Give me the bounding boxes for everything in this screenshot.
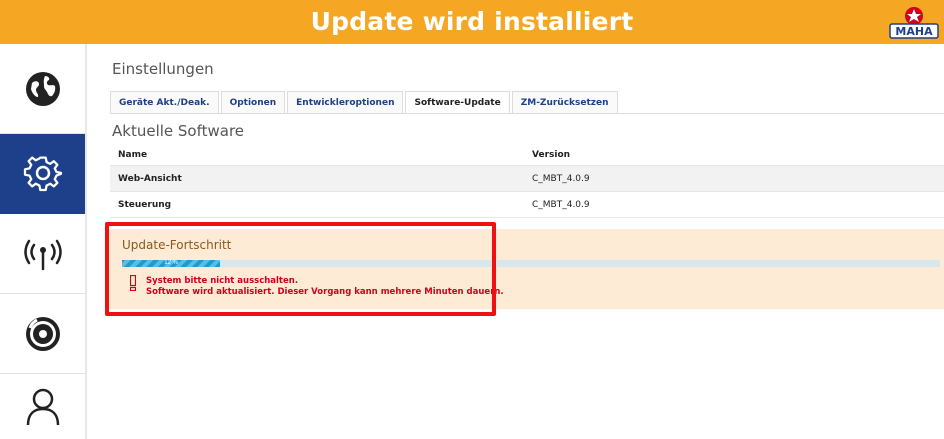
brake-disc-icon <box>25 316 60 351</box>
sidebar-item-settings[interactable] <box>0 134 85 214</box>
maha-logo: MAHA <box>889 7 939 39</box>
tab-bar: Geräte Akt./Deak. Optionen Entwickleropt… <box>110 91 620 114</box>
sidebar-item-brake[interactable] <box>0 294 85 374</box>
tab-developer-options[interactable]: Entwickleroptionen <box>287 91 404 114</box>
tab-devices[interactable]: Geräte Akt./Deak. <box>110 91 219 114</box>
table-row: Web-Ansicht C_MBT_4.0.9 <box>110 166 944 192</box>
current-software-title: Aktuelle Software <box>112 122 245 140</box>
software-version: C_MBT_4.0.9 <box>532 174 590 184</box>
sidebar <box>0 44 87 439</box>
table-row: Steuerung C_MBT_4.0.9 <box>110 192 944 218</box>
software-name: Steuerung <box>118 200 172 210</box>
user-icon <box>26 388 59 425</box>
software-table: Name Version Web-Ansicht C_MBT_4.0.9 Ste… <box>110 144 944 218</box>
highlight-frame <box>105 222 496 316</box>
gear-icon <box>23 156 62 192</box>
sidebar-item-connectivity[interactable] <box>0 214 85 294</box>
tab-zm-reset[interactable]: ZM-Zurücksetzen <box>511 91 618 114</box>
software-name: Web-Ansicht <box>118 174 182 184</box>
tab-options[interactable]: Optionen <box>220 91 286 114</box>
antenna-icon <box>23 239 62 270</box>
tab-software-update[interactable]: Software-Update <box>405 91 510 114</box>
tab-divider <box>110 113 944 114</box>
software-version: C_MBT_4.0.9 <box>532 200 590 210</box>
page-title: Update wird installiert <box>310 7 634 36</box>
globe-icon <box>25 71 60 106</box>
column-version-header: Version <box>532 150 571 160</box>
table-header: Name Version <box>110 144 944 166</box>
logo-text: MAHA <box>895 25 933 38</box>
title-bar: Update wird installiert MAHA <box>0 0 944 44</box>
sidebar-item-user[interactable] <box>0 374 85 439</box>
column-name-header: Name <box>118 150 148 160</box>
sidebar-item-network[interactable] <box>0 44 85 134</box>
